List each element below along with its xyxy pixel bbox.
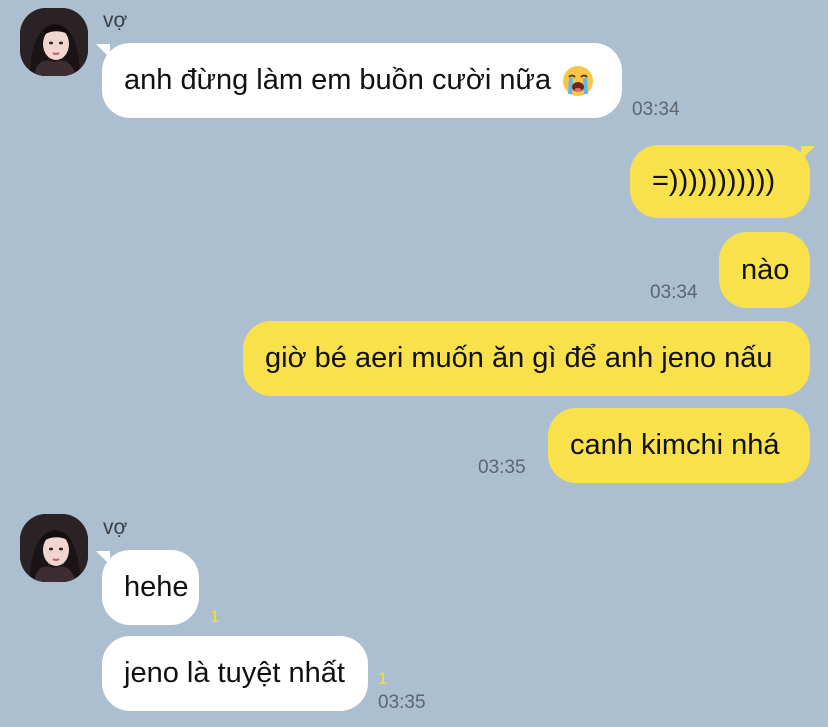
sender-name: vợ [103,9,128,32]
unread-count: 1 [210,607,220,626]
timestamp: 03:35 [478,457,526,478]
message-text: nào [741,253,790,286]
message-text: jeno là tuyệt nhất [124,657,345,689]
crying-face-icon [561,64,595,98]
message-text: canh kimchi nhá [570,429,780,461]
timestamp: 03:35 [378,692,426,713]
timestamp: 03:34 [632,99,680,120]
message-bubble[interactable]: hehe [102,550,199,625]
sender-name: vợ [103,516,128,539]
message-text: hehe [124,571,189,603]
message-bubble[interactable]: =))))))))))) [630,145,810,218]
message-bubble[interactable]: anh đừng làm em buồn cười nữa [102,43,622,118]
message-bubble[interactable]: canh kimchi nhá [548,408,810,483]
avatar[interactable] [20,8,88,76]
avatar[interactable] [20,514,88,582]
message-bubble[interactable]: giờ bé aeri muốn ăn gì để anh jeno nấu [243,321,810,396]
timestamp: 03:34 [650,282,698,303]
message-text: giờ bé aeri muốn ăn gì để anh jeno nấu [265,342,773,374]
unread-count: 1 [378,669,388,688]
message-bubble[interactable]: jeno là tuyệt nhất [102,636,368,711]
message-text: =))))))))))) [652,165,776,197]
message-bubble[interactable]: nào [719,232,810,308]
message-text: anh đừng làm em buồn cười nữa [124,64,552,96]
